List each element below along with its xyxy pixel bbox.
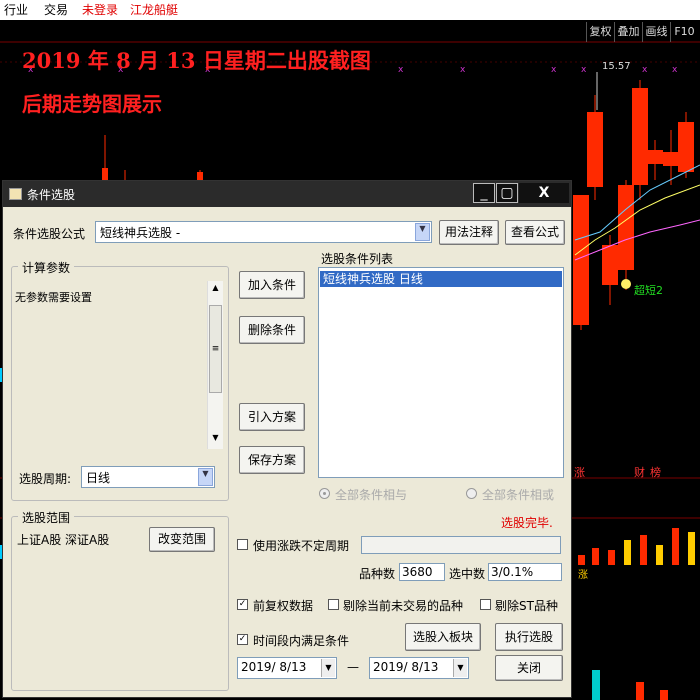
count-field: 3680	[399, 563, 445, 581]
close-button[interactable]: 关闭	[495, 655, 563, 681]
view-formula-button[interactable]: 查看公式	[505, 220, 565, 245]
exclude-st-checkbox[interactable]	[480, 599, 491, 610]
overlay-subtitle: 后期走势图展示	[22, 92, 162, 116]
params-text: 无参数需要设置	[15, 291, 92, 304]
add-to-block-button[interactable]: 选股入板块	[405, 623, 481, 651]
chevron-down-icon[interactable]: ▼	[198, 468, 213, 486]
finance-tag: 财	[634, 466, 645, 479]
and-radio[interactable]	[319, 488, 330, 499]
date-separator: —	[347, 660, 359, 674]
and-option-label: 全部条件相与	[335, 488, 408, 502]
chevron-down-icon[interactable]: ▼	[415, 223, 430, 241]
params-group-label: 计算参数	[18, 259, 75, 276]
save-plan-button[interactable]: 保存方案	[239, 446, 305, 474]
menu-industry[interactable]: 行业	[4, 0, 28, 20]
end-date-picker[interactable]: 2019/ 8/13 ▼	[369, 657, 469, 679]
f10-button[interactable]: F10	[670, 22, 698, 42]
period-select[interactable]: 日线 ▼	[81, 466, 215, 488]
scroll-down-icon[interactable]: ▼	[208, 433, 223, 442]
selected-label: 选中数	[449, 567, 486, 581]
within-period-label: 时间段内满足条件	[253, 634, 350, 648]
formula-label: 条件选股公式	[13, 227, 86, 241]
delete-condition-button[interactable]: 删除条件	[239, 316, 305, 344]
menu-login-status[interactable]: 未登录	[82, 0, 118, 20]
pre-adjust-checkbox[interactable]: ✓	[237, 599, 248, 610]
scope-group-label: 选股范围	[18, 509, 75, 526]
draw-button[interactable]: 画线	[642, 22, 670, 42]
exclude-st-label: 剔除ST品种	[495, 599, 558, 613]
add-condition-button[interactable]: 加入条件	[239, 271, 305, 299]
svg-text:x: x	[551, 65, 557, 75]
minimize-icon[interactable]: _	[473, 183, 495, 203]
svg-text:x: x	[398, 65, 404, 75]
pre-adjust-label: 前复权数据	[253, 599, 314, 613]
or-option-label: 全部条件相或	[482, 488, 555, 502]
scroll-thumb[interactable]: ≡	[209, 305, 222, 393]
rise-tag: 涨	[574, 466, 585, 479]
execute-selection-button[interactable]: 执行选股	[495, 623, 563, 651]
news-tag: 榜	[650, 466, 661, 479]
chevron-down-icon[interactable]: ▼	[321, 659, 335, 677]
chevron-down-icon[interactable]: ▼	[453, 659, 467, 677]
dialog-title: 条件选股	[27, 188, 76, 202]
formula-select[interactable]: 短线神兵选股 - ▼	[95, 221, 432, 243]
usage-notes-button[interactable]: 用法注释	[439, 220, 499, 245]
svg-text:x: x	[642, 65, 648, 75]
change-scope-button[interactable]: 改变范围	[149, 527, 215, 552]
formula-value: 短线神兵选股 -	[100, 226, 181, 240]
maximize-icon[interactable]: ▢	[496, 183, 518, 203]
list-item[interactable]: 短线神兵选股 日线	[320, 271, 562, 287]
uncertain-period-bar	[361, 536, 561, 554]
overlay-button[interactable]: 叠加	[614, 22, 642, 42]
signal-label: 超短2	[634, 284, 663, 297]
app-icon	[9, 188, 22, 200]
menu-bar: 行业 交易 未登录 江龙船艇	[0, 0, 700, 20]
exclude-untraded-label: 剔除当前未交易的品种	[343, 599, 464, 613]
close-icon[interactable]: X	[519, 183, 569, 203]
vol-tag: 涨	[578, 570, 588, 581]
start-date-picker[interactable]: 2019/ 8/13 ▼	[237, 657, 337, 679]
params-scrollbar[interactable]: ▲ ≡ ▼	[207, 281, 223, 449]
start-date-value: 2019/ 8/13	[241, 660, 307, 674]
end-date-value: 2019/ 8/13	[373, 660, 439, 674]
exclude-untraded-checkbox[interactable]	[328, 599, 339, 610]
import-plan-button[interactable]: 引入方案	[239, 403, 305, 431]
condition-list-label: 选股条件列表	[321, 252, 394, 266]
overlay-title: 2019 年 8 月 13 日星期二出股截图	[22, 48, 371, 73]
count-label: 品种数	[359, 567, 396, 581]
uncertain-period-label: 使用涨跌不定周期	[253, 539, 350, 553]
within-period-checkbox[interactable]: ✓	[237, 634, 248, 645]
dialog-titlebar[interactable]: 条件选股 _ ▢ X	[3, 181, 571, 207]
stock-name: 江龙船艇	[130, 3, 179, 17]
svg-text:x: x	[460, 65, 466, 75]
scope-text: 上证A股 深证A股	[17, 533, 110, 547]
condition-list[interactable]: 短线神兵选股 日线	[318, 267, 564, 478]
uncertain-period-checkbox[interactable]	[237, 539, 248, 550]
period-value: 日线	[86, 471, 111, 485]
stock-software-window: x x x x x x x x x 行业 交易 未登录 江龙船艇 复权 叠加 画	[0, 0, 700, 700]
period-label: 选股周期:	[19, 472, 72, 486]
svg-text:x: x	[581, 65, 587, 75]
condition-selection-dialog: 条件选股 _ ▢ X 条件选股公式 短线神兵选股 - ▼ 用法注释 查看公式 计…	[2, 180, 572, 698]
status-text: 选股完毕.	[501, 516, 553, 530]
menu-trade[interactable]: 交易	[44, 0, 68, 20]
selected-field: 3/0.1%	[488, 563, 562, 581]
adjust-button[interactable]: 复权	[586, 22, 614, 42]
scroll-up-icon[interactable]: ▲	[208, 283, 223, 292]
svg-text:x: x	[672, 65, 678, 75]
or-radio[interactable]	[466, 488, 477, 499]
high-price-label: 15.57	[602, 61, 631, 72]
